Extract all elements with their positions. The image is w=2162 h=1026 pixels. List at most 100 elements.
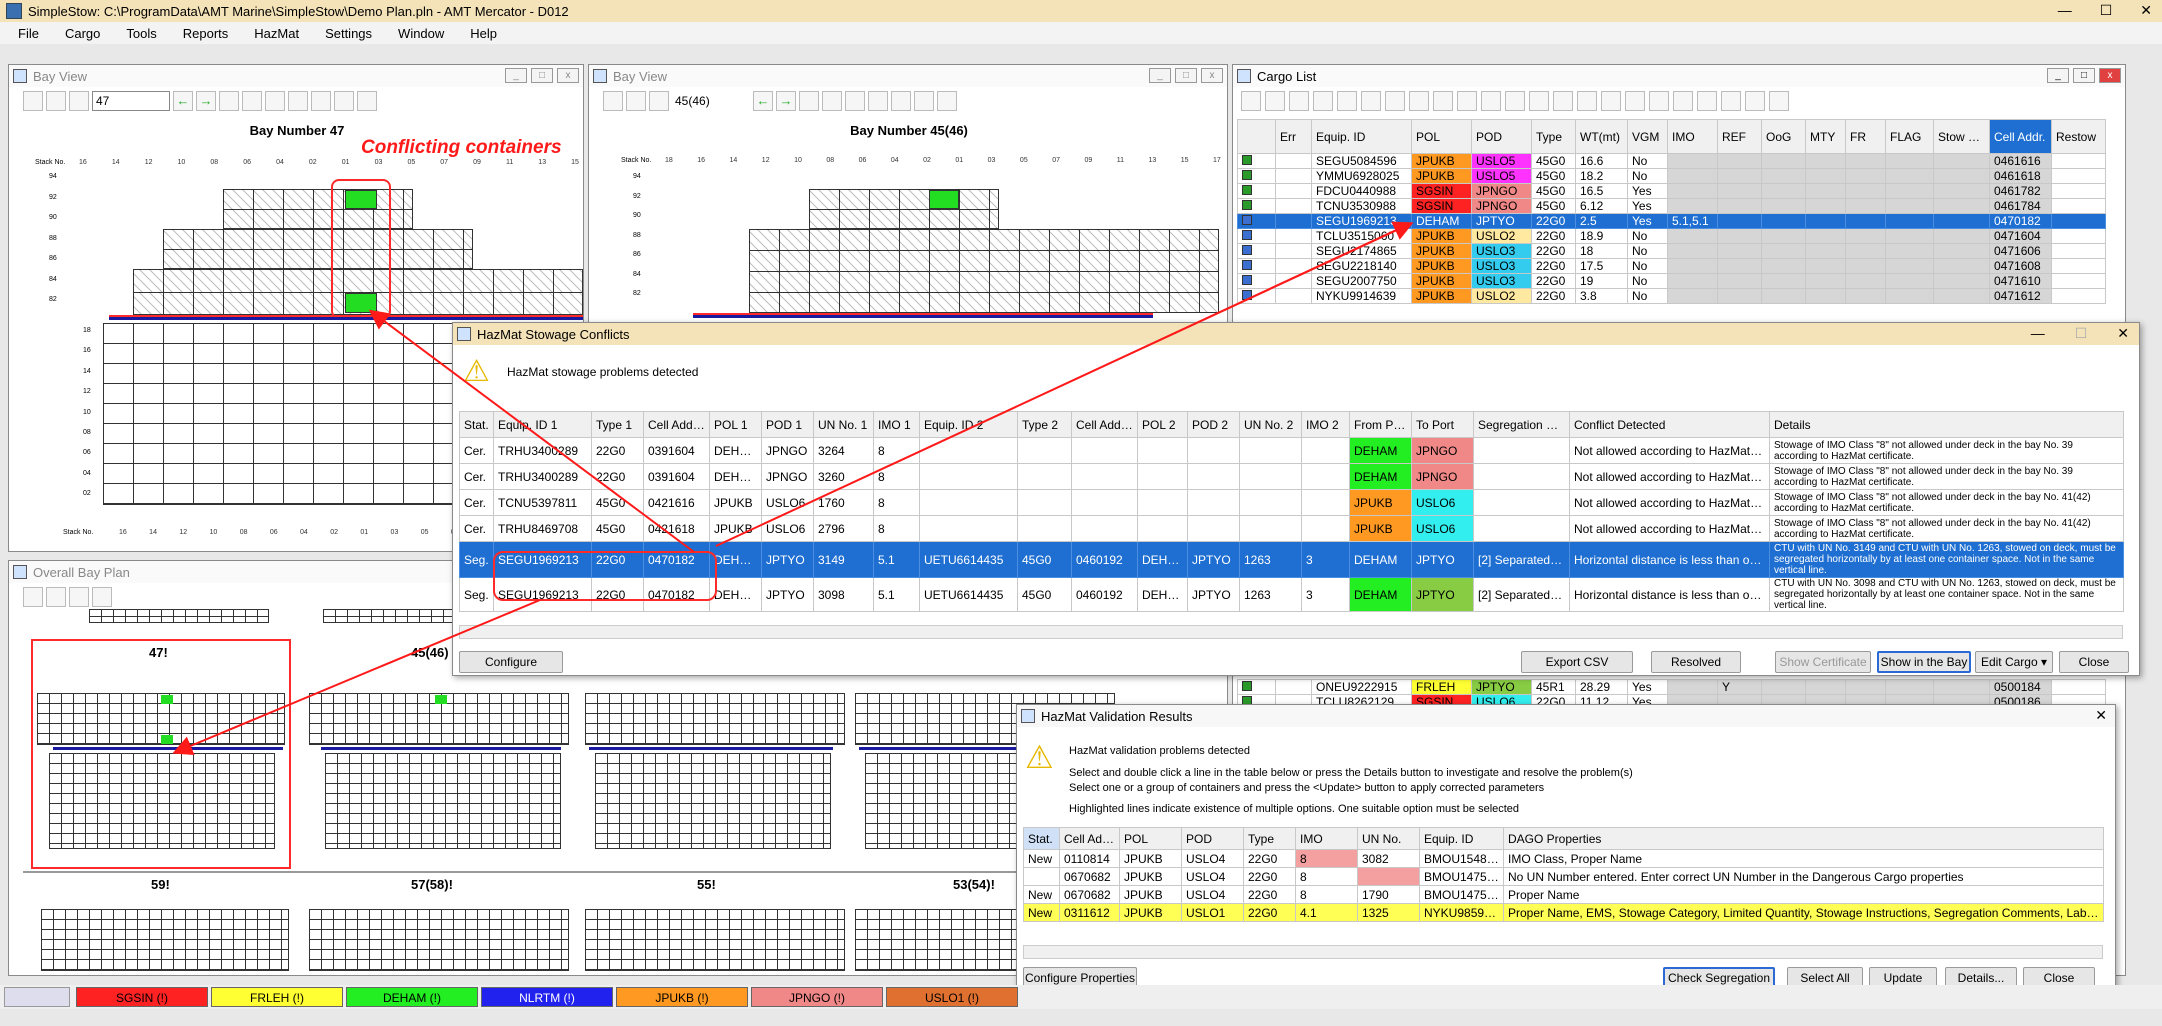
grid-icon[interactable] [219, 91, 239, 111]
folder-open-icon[interactable] [1625, 91, 1645, 111]
list-icon[interactable] [1385, 91, 1405, 111]
horizontal-scrollbar[interactable] [459, 625, 2123, 639]
menu-file[interactable]: File [18, 26, 39, 41]
table-row[interactable]: SEGU1969213 DEHAM JPTYO 22G0 2.5 Yes 5.1,5.1 04… [1237, 213, 2106, 229]
col-pol-2[interactable]: POL 2 [1137, 411, 1188, 438]
menu-hazmat[interactable]: HazMat [254, 26, 299, 41]
port-filter-button[interactable]: NLRTM (!) [481, 987, 613, 1007]
col-mty[interactable]: MTY [1805, 119, 1846, 154]
close-icon[interactable]: x [2099, 68, 2121, 83]
bay-number-input[interactable] [92, 91, 170, 111]
close-button[interactable]: Close [2059, 651, 2129, 673]
col-stat[interactable]: Stat. [1023, 827, 1060, 850]
maximize-icon[interactable]: □ [2073, 68, 2095, 83]
port-filter-button[interactable]: FRLEH (!) [211, 987, 343, 1007]
table-row[interactable]: Cer. TCNU5397811 45G0 0421616 JPUKB USLO6 1760… [459, 489, 2124, 516]
table-row[interactable]: Cer. TRHU8469708 45G0 0421618 JPUKB USLO6 2796… [459, 515, 2124, 542]
filter-icon[interactable] [937, 91, 957, 111]
horizontal-scrollbar[interactable] [1023, 945, 2103, 959]
table-icon[interactable] [242, 91, 262, 111]
close-icon[interactable]: ✕ [2140, 2, 2152, 19]
deck-containers-mid[interactable] [163, 229, 473, 269]
col-pol[interactable]: POL [1411, 119, 1472, 154]
table-row[interactable]: New 0110814 JPUKB USLO4 22G0 8 3082 BMOU1548222… [1023, 849, 2104, 868]
port-filter-button[interactable]: JPNGO (!) [751, 987, 883, 1007]
list-icon[interactable] [845, 91, 865, 111]
maximize-icon[interactable]: □ [1175, 68, 1197, 83]
menu-settings[interactable]: Settings [325, 26, 372, 41]
bay-hold-grid[interactable] [49, 753, 275, 849]
show-in-bay-button[interactable]: Show in the Bay [1877, 651, 1971, 673]
col-stat[interactable]: Stat. [459, 411, 494, 438]
col-imo-1[interactable]: IMO 1 [873, 411, 920, 438]
select-tool-icon[interactable] [1241, 91, 1261, 111]
list-icon[interactable] [265, 91, 285, 111]
col-equip-id[interactable]: Equip. ID [1311, 119, 1412, 154]
close-icon[interactable]: x [557, 68, 579, 83]
check-icon[interactable] [891, 91, 911, 111]
col-ref[interactable]: REF [1717, 119, 1762, 154]
col-dago-properties[interactable]: DAGO Properties [1503, 827, 2104, 850]
menu-cargo[interactable]: Cargo [65, 26, 100, 41]
sort-icon[interactable] [1457, 91, 1477, 111]
col-err[interactable]: Err [1275, 119, 1312, 154]
move-down-icon[interactable] [1577, 91, 1597, 111]
col-un-no-1[interactable]: UN No. 1 [813, 411, 874, 438]
table-row[interactable]: New 0311612 JPUKB USLO1 22G0 4.1 1325 NYKU98591… [1023, 903, 2104, 922]
bay-hold-grid[interactable] [325, 753, 561, 849]
bay-grid[interactable] [585, 693, 845, 745]
print-icon[interactable] [1745, 91, 1765, 111]
port-filter-button[interactable]: DEHAM (!) [346, 987, 478, 1007]
col-type-2[interactable]: Type 2 [1017, 411, 1072, 438]
configure-properties-button[interactable]: Configure Properties [459, 651, 563, 673]
number-icon[interactable] [1529, 91, 1549, 111]
col-type[interactable]: Type [1243, 827, 1296, 850]
copy-icon[interactable] [1673, 91, 1693, 111]
minimize-icon[interactable]: — [2031, 325, 2045, 342]
col-pol-1[interactable]: POL 1 [709, 411, 762, 438]
col-conflict-detected[interactable]: Conflict Detected [1569, 411, 1770, 438]
folder-icon[interactable] [1601, 91, 1621, 111]
columns-icon[interactable] [1721, 91, 1741, 111]
menu-reports[interactable]: Reports [183, 26, 229, 41]
col-imo[interactable]: IMO [1295, 827, 1358, 850]
conflict-container[interactable] [929, 190, 959, 209]
show-certificate-button[interactable]: Show Certificate [1775, 651, 1871, 673]
filter-icon[interactable] [1481, 91, 1501, 111]
col-flag[interactable]: FLAG [1885, 119, 1934, 154]
deck-containers-lower[interactable] [749, 229, 1219, 313]
table-row[interactable]: SEGU2174865 JPUKB USLO3 22G0 18 No 0471606 [1237, 243, 2106, 259]
table-row[interactable]: FDCU0440988 SGSIN JPNGO 45G0 16.5 Yes 0461782 [1237, 183, 2106, 199]
select-tool-icon[interactable] [603, 91, 623, 111]
add-icon[interactable] [1265, 91, 1285, 111]
col-pod[interactable]: POD [1181, 827, 1244, 850]
col-pod[interactable]: POD [1471, 119, 1532, 154]
table-row[interactable]: ONEU9222915 FRLEH JPTYO 45R1 28.29 Yes Y 050018… [1237, 679, 2106, 695]
col-pol[interactable]: POL [1119, 827, 1182, 850]
arrow-left-icon[interactable]: ← [753, 91, 773, 111]
settings-icon[interactable] [1769, 91, 1789, 111]
table-row[interactable]: YMMU6928025 JPUKB USLO5 45G0 18.2 No 0461618 [1237, 168, 2106, 184]
tf-icon[interactable] [868, 91, 888, 111]
menu-window[interactable]: Window [398, 26, 444, 41]
menu-help[interactable]: Help [470, 26, 497, 41]
col-cell-addr[interactable]: Cell Addr. [1059, 827, 1120, 850]
filter-clear-icon[interactable] [1505, 91, 1525, 111]
col-un-no[interactable]: UN No. [1357, 827, 1420, 850]
zoom-in-icon[interactable] [626, 91, 646, 111]
bay-grid[interactable] [41, 909, 289, 971]
export-csv-button[interactable]: Export CSV [1521, 651, 1633, 673]
arrow-right-icon[interactable]: → [776, 91, 796, 111]
col-pod-1[interactable]: POD 1 [761, 411, 814, 438]
indent-icon[interactable] [1409, 91, 1429, 111]
col-type-1[interactable]: Type 1 [591, 411, 644, 438]
col-cell-addr[interactable]: Cell Addr. [1989, 119, 2052, 154]
edit-icon[interactable] [1289, 91, 1309, 111]
col-type[interactable]: Type [1531, 119, 1576, 154]
bay-number-input[interactable] [672, 91, 750, 111]
table-icon[interactable] [822, 91, 842, 111]
close-icon[interactable]: ✕ [2095, 707, 2107, 724]
port-filter-button[interactable]: SGSIN (!) [76, 987, 208, 1007]
col-vgm[interactable]: VGM [1627, 119, 1668, 154]
table-row[interactable]: New 0670682 JPUKB USLO4 22G0 8 1790 BMOU1475466… [1023, 885, 2104, 904]
